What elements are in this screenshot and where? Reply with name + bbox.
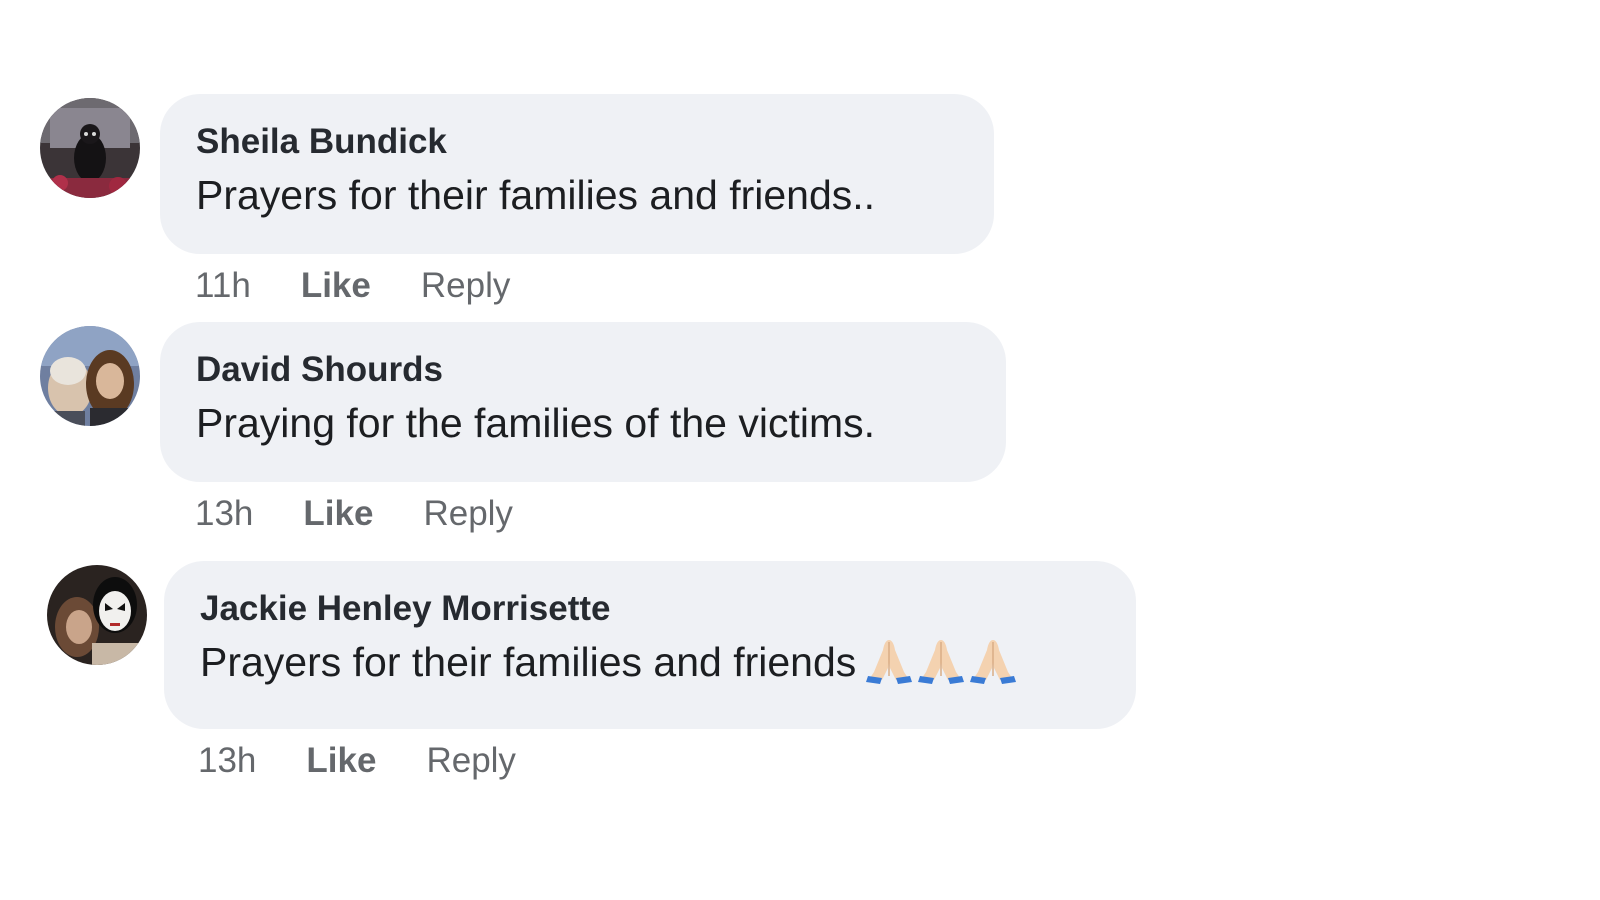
like-button[interactable]: Like	[303, 492, 373, 536]
comment-author[interactable]: Jackie Henley Morrisette	[200, 587, 1100, 631]
folded-hands-icon	[918, 640, 965, 684]
comment-timestamp[interactable]: 13h	[198, 739, 256, 783]
comment-author[interactable]: Sheila Bundick	[196, 120, 958, 164]
folded-hands-icon	[866, 640, 913, 684]
comment-timestamp[interactable]: 13h	[195, 492, 253, 536]
reply-button[interactable]: Reply	[423, 492, 512, 536]
comment-actions: 13h Like Reply	[195, 492, 1006, 536]
avatar[interactable]	[40, 98, 140, 198]
comment-actions: 13h Like Reply	[198, 739, 1136, 783]
like-button[interactable]: Like	[306, 739, 376, 783]
comment-author[interactable]: David Shourds	[196, 348, 970, 392]
folded-hands-icon	[970, 640, 1017, 684]
comment: Jackie Henley Morrisette Prayers for the…	[47, 561, 1136, 783]
comment: Sheila Bundick Prayers for their familie…	[40, 94, 994, 308]
avatar[interactable]	[40, 326, 140, 426]
comment-bubble: Jackie Henley Morrisette Prayers for the…	[164, 561, 1136, 729]
comment-text: Prayers for their families and friends..	[196, 172, 876, 218]
reply-button[interactable]: Reply	[426, 739, 515, 783]
emoji-group	[864, 638, 1020, 697]
like-button[interactable]: Like	[301, 264, 371, 308]
comment-text-body: Prayers for their families and friends	[200, 639, 857, 685]
avatar[interactable]	[47, 565, 147, 665]
comment-bubble: Sheila Bundick Prayers for their familie…	[160, 94, 994, 254]
comment-list: Sheila Bundick Prayers for their familie…	[0, 0, 1600, 900]
comment-actions: 11h Like Reply	[195, 264, 994, 308]
comment-bubble: David Shourds Praying for the families o…	[160, 322, 1006, 482]
comment: David Shourds Praying for the families o…	[40, 322, 1006, 536]
reply-button[interactable]: Reply	[421, 264, 510, 308]
comment-text: Praying for the families of the victims.	[196, 400, 876, 446]
comment-timestamp[interactable]: 11h	[195, 264, 251, 308]
comment-text: Prayers for their families and friends	[200, 635, 1100, 697]
